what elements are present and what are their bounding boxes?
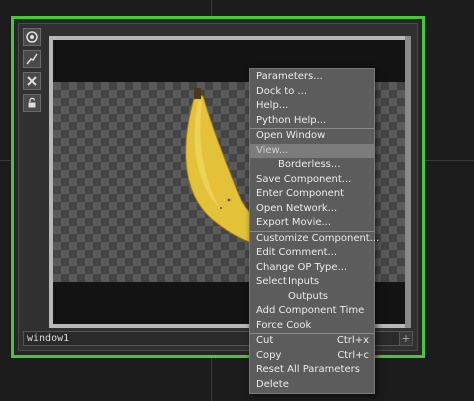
menu-item-change-op-type[interactable]: Change OP Type... xyxy=(250,261,374,276)
menu-item-python-help[interactable]: Python Help... xyxy=(250,114,374,129)
menu-item-parameters[interactable]: Parameters... xyxy=(250,70,374,85)
menu-item-select-label: Select xyxy=(256,276,287,287)
menu-item-customize-component[interactable]: Customize Component... xyxy=(250,230,379,247)
menu-item-cut[interactable]: Cut Ctrl+x xyxy=(250,333,374,349)
menu-item-reset-all-parameters[interactable]: Reset All Parameters xyxy=(250,363,374,378)
menu-item-copy-label: Copy xyxy=(256,349,282,361)
close-icon xyxy=(27,76,37,86)
cooking-button[interactable] xyxy=(23,50,41,68)
menu-item-copy-shortcut: Ctrl+c xyxy=(337,349,369,361)
lightning-icon xyxy=(26,53,38,65)
menu-item-cut-label: Cut xyxy=(256,335,274,346)
menu-item-copy[interactable]: Copy Ctrl+c xyxy=(250,349,374,364)
menu-item-select-outputs[interactable]: Outputs xyxy=(250,290,374,305)
viewer-active-button[interactable] xyxy=(23,28,41,46)
menu-item-save-component[interactable]: Save Component... xyxy=(250,173,374,188)
menu-item-select-inputs[interactable]: Select Inputs xyxy=(250,275,374,290)
menu-item-open-window[interactable]: Open Window xyxy=(250,128,374,144)
context-menu: Parameters... Dock to ... Help... Python… xyxy=(249,68,379,394)
menu-item-help[interactable]: Help... xyxy=(250,99,374,114)
menu-item-export-movie[interactable]: Export Movie... xyxy=(250,216,374,231)
menu-item-edit-comment[interactable]: Edit Comment... xyxy=(250,246,374,261)
menu-item-force-cook[interactable]: Force Cook xyxy=(250,319,374,334)
menu-item-dock-to[interactable]: Dock to ... xyxy=(250,85,374,100)
target-icon xyxy=(26,31,38,43)
bypass-button[interactable] xyxy=(23,72,41,90)
menu-item-open-network[interactable]: Open Network... xyxy=(250,202,374,217)
lock-button[interactable] xyxy=(23,94,41,112)
lock-icon xyxy=(28,97,36,108)
menu-item-borderless[interactable]: Borderless... xyxy=(250,158,374,173)
viewer-scrollbar[interactable] xyxy=(405,36,411,328)
menu-subitem-outputs[interactable]: Outputs xyxy=(288,290,328,305)
menu-item-view[interactable]: View... xyxy=(250,143,374,158)
node-toolbar xyxy=(23,28,41,116)
expand-button[interactable]: + xyxy=(399,331,413,346)
menu-item-enter-component[interactable]: Enter Component xyxy=(250,187,374,202)
menu-subitem-inputs[interactable]: Inputs xyxy=(288,275,319,290)
menu-item-borderless-label: Borderless... xyxy=(278,159,341,170)
menu-item-delete[interactable]: Delete xyxy=(250,378,374,393)
menu-item-cut-shortcut: Ctrl+x xyxy=(336,335,369,346)
menu-item-add-component-time[interactable]: Add Component Time xyxy=(250,304,374,319)
